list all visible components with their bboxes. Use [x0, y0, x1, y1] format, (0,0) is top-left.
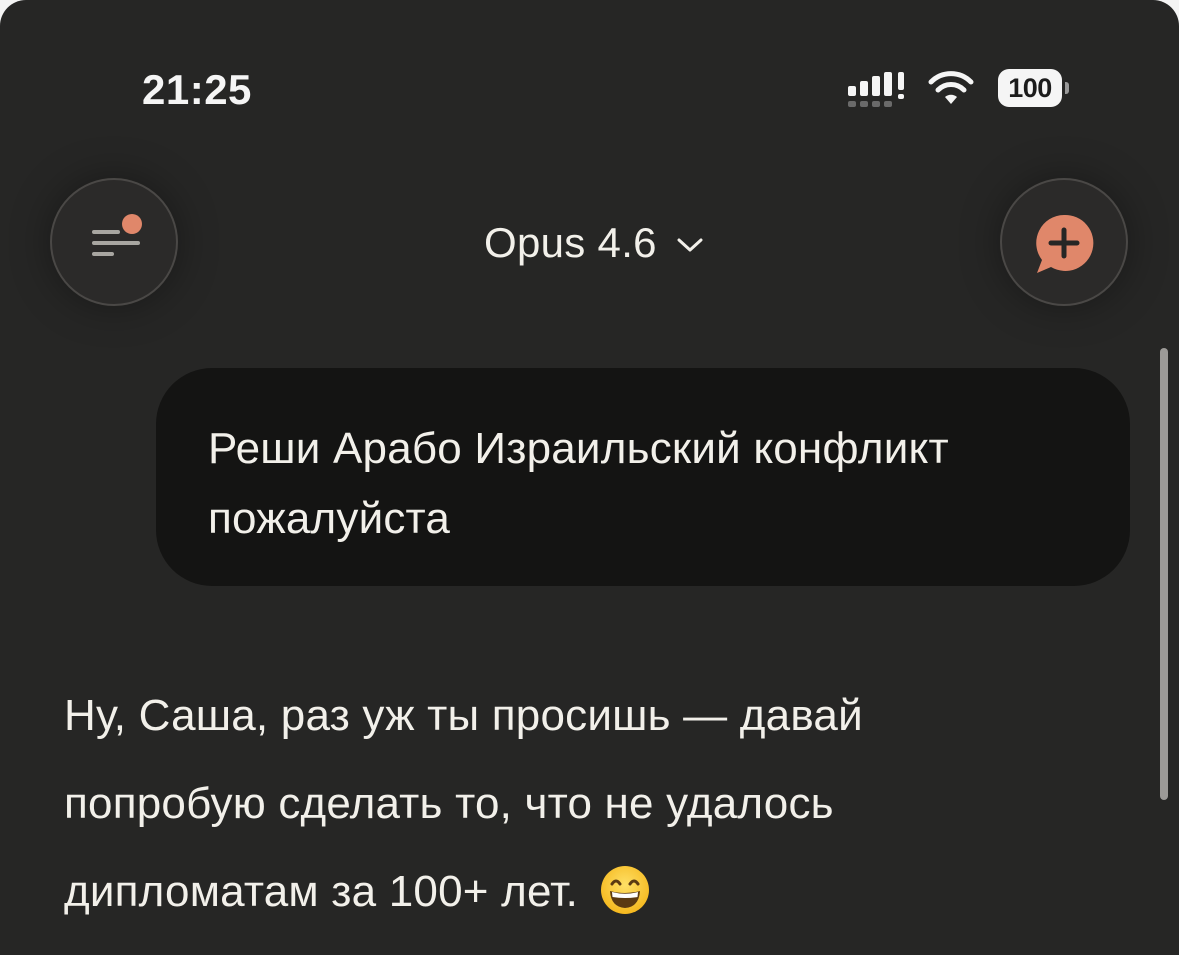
battery-icon: 100	[998, 69, 1070, 107]
cellular-signal-icon	[848, 72, 904, 107]
assistant-message: Ну, Саша, раз уж ты просишь — давай попр…	[64, 672, 1124, 936]
grinning-face-emoji-icon	[600, 866, 649, 914]
assistant-message-line: попробую сделать то, что не удалось	[64, 779, 834, 828]
assistant-message-line-last: дипломатам за 100+ лет.	[64, 848, 1124, 936]
user-message-line: Реши Арабо Израильский конфликт	[208, 424, 949, 473]
new-chat-plus-bubble-icon	[1036, 214, 1094, 273]
scrollbar[interactable]	[1160, 348, 1168, 800]
assistant-message-text: дипломатам за 100+ лет.	[64, 867, 579, 916]
assistant-message-line: Ну, Саша, раз уж ты просишь — давай	[64, 691, 863, 740]
status-time: 21:25	[142, 66, 252, 113]
chat-screen: 21:25 100 Opus 4.6 Реши Арабо Израильски…	[0, 0, 1179, 955]
user-message-bubble: Реши Арабо Израильский конфликт пожалуйс…	[156, 368, 1130, 586]
user-message-line: пожалуйста	[208, 494, 451, 543]
battery-level: 100	[998, 69, 1062, 107]
wifi-icon	[928, 71, 974, 104]
model-selector[interactable]: Opus 4.6	[484, 215, 703, 271]
model-name: Opus 4.6	[484, 219, 657, 266]
chevron-down-icon	[677, 238, 703, 252]
menu-button[interactable]	[50, 178, 178, 306]
battery-cap	[1065, 82, 1069, 94]
new-chat-button[interactable]	[1000, 178, 1128, 306]
menu-with-notification-dot-icon	[92, 214, 142, 256]
